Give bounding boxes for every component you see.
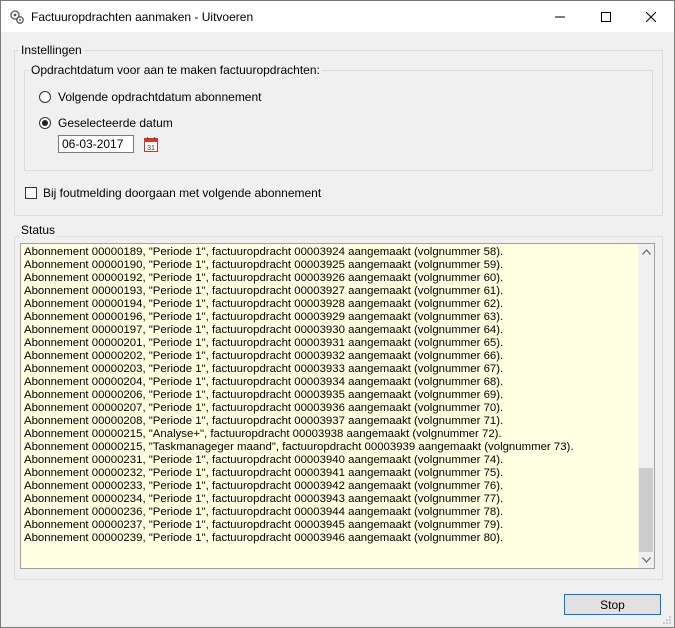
status-log-line: Abonnement 00000232, "Periode 1", factuu… [24, 467, 504, 479]
status-log-line: Abonnement 00000207, "Periode 1", factuu… [24, 402, 504, 414]
status-log-line: Abonnement 00000206, "Periode 1", factuu… [24, 389, 504, 401]
scroll-down-icon[interactable] [638, 552, 654, 568]
status-log-line: Abonnement 00000215, "Taskmanageger maan… [24, 441, 574, 453]
maximize-icon [601, 11, 611, 22]
status-log-line: Abonnement 00000204, "Periode 1", factuu… [24, 376, 504, 388]
status-log-line: Abonnement 00000234, "Periode 1", factuu… [24, 493, 504, 505]
continue-on-error-label[interactable]: Bij foutmelding doorgaan met volgende ab… [43, 186, 321, 200]
minimize-icon [555, 16, 565, 17]
status-log-line: Abonnement 00000231, "Periode 1", factuu… [24, 454, 504, 466]
status-log-line: Abonnement 00000239, "Periode 1", factuu… [24, 532, 504, 544]
close-icon [646, 11, 656, 22]
continue-on-error-checkbox[interactable] [25, 187, 37, 199]
stop-button[interactable]: Stop [564, 594, 661, 615]
status-log-line: Abonnement 00000196, "Periode 1", factuu… [24, 311, 504, 323]
status-log[interactable]: Abonnement 00000189, "Periode 1", factuu… [20, 243, 655, 569]
status-log-line: Abonnement 00000233, "Periode 1", factuu… [24, 480, 504, 492]
status-log-line: Abonnement 00000189, "Periode 1", factuu… [24, 246, 504, 258]
radio-next-date[interactable] [39, 91, 51, 103]
svg-text:31: 31 [147, 145, 155, 152]
status-log-line: Abonnement 00000197, "Periode 1", factuu… [24, 324, 504, 336]
dialog-window: Factuuropdrachten aanmaken - Uitvoeren I… [0, 0, 675, 628]
window-title: Factuuropdrachten aanmaken - Uitvoeren [31, 10, 254, 24]
status-log-line: Abonnement 00000194, "Periode 1", factuu… [24, 298, 504, 310]
radio-selected-date-label[interactable]: Geselecteerde datum [58, 116, 173, 130]
radio-selected-dot [42, 120, 48, 126]
status-log-line: Abonnement 00000202, "Periode 1", factuu… [24, 350, 504, 362]
resize-grip-icon[interactable] [662, 615, 672, 625]
calendar-icon[interactable]: 31 [144, 137, 158, 152]
status-log-scrollbar[interactable] [638, 244, 654, 568]
status-log-line: Abonnement 00000208, "Periode 1", factuu… [24, 415, 504, 427]
status-log-line: Abonnement 00000237, "Periode 1", factuu… [24, 519, 504, 531]
status-log-line: Abonnement 00000236, "Periode 1", factuu… [24, 506, 504, 518]
app-gear-icon [10, 10, 24, 24]
title-bar[interactable]: Factuuropdrachten aanmaken - Uitvoeren [1, 1, 674, 32]
status-group-label: Status [19, 223, 58, 237]
status-log-line: Abonnement 00000201, "Periode 1", factuu… [24, 337, 504, 349]
status-log-line: Abonnement 00000215, "Analyse+", factuur… [24, 428, 502, 440]
radio-selected-date[interactable] [39, 117, 51, 129]
status-log-lines: Abonnement 00000189, "Periode 1", factuu… [24, 246, 636, 545]
status-log-line: Abonnement 00000190, "Periode 1", factuu… [24, 259, 504, 271]
scroll-up-icon[interactable] [638, 244, 654, 260]
radio-next-date-label[interactable]: Volgende opdrachtdatum abonnement [58, 90, 262, 104]
status-log-line: Abonnement 00000192, "Periode 1", factuu… [24, 272, 504, 284]
status-log-line: Abonnement 00000203, "Periode 1", factuu… [24, 363, 504, 375]
date-group-label: Opdrachtdatum voor aan te maken factuuro… [29, 63, 322, 77]
settings-group-label: Instellingen [19, 43, 84, 57]
date-field[interactable] [58, 135, 134, 153]
maximize-button[interactable] [583, 1, 629, 32]
close-button[interactable] [628, 1, 674, 32]
minimize-button[interactable] [537, 1, 583, 32]
scroll-thumb[interactable] [639, 468, 653, 552]
status-log-line: Abonnement 00000193, "Periode 1", factuu… [24, 285, 504, 297]
